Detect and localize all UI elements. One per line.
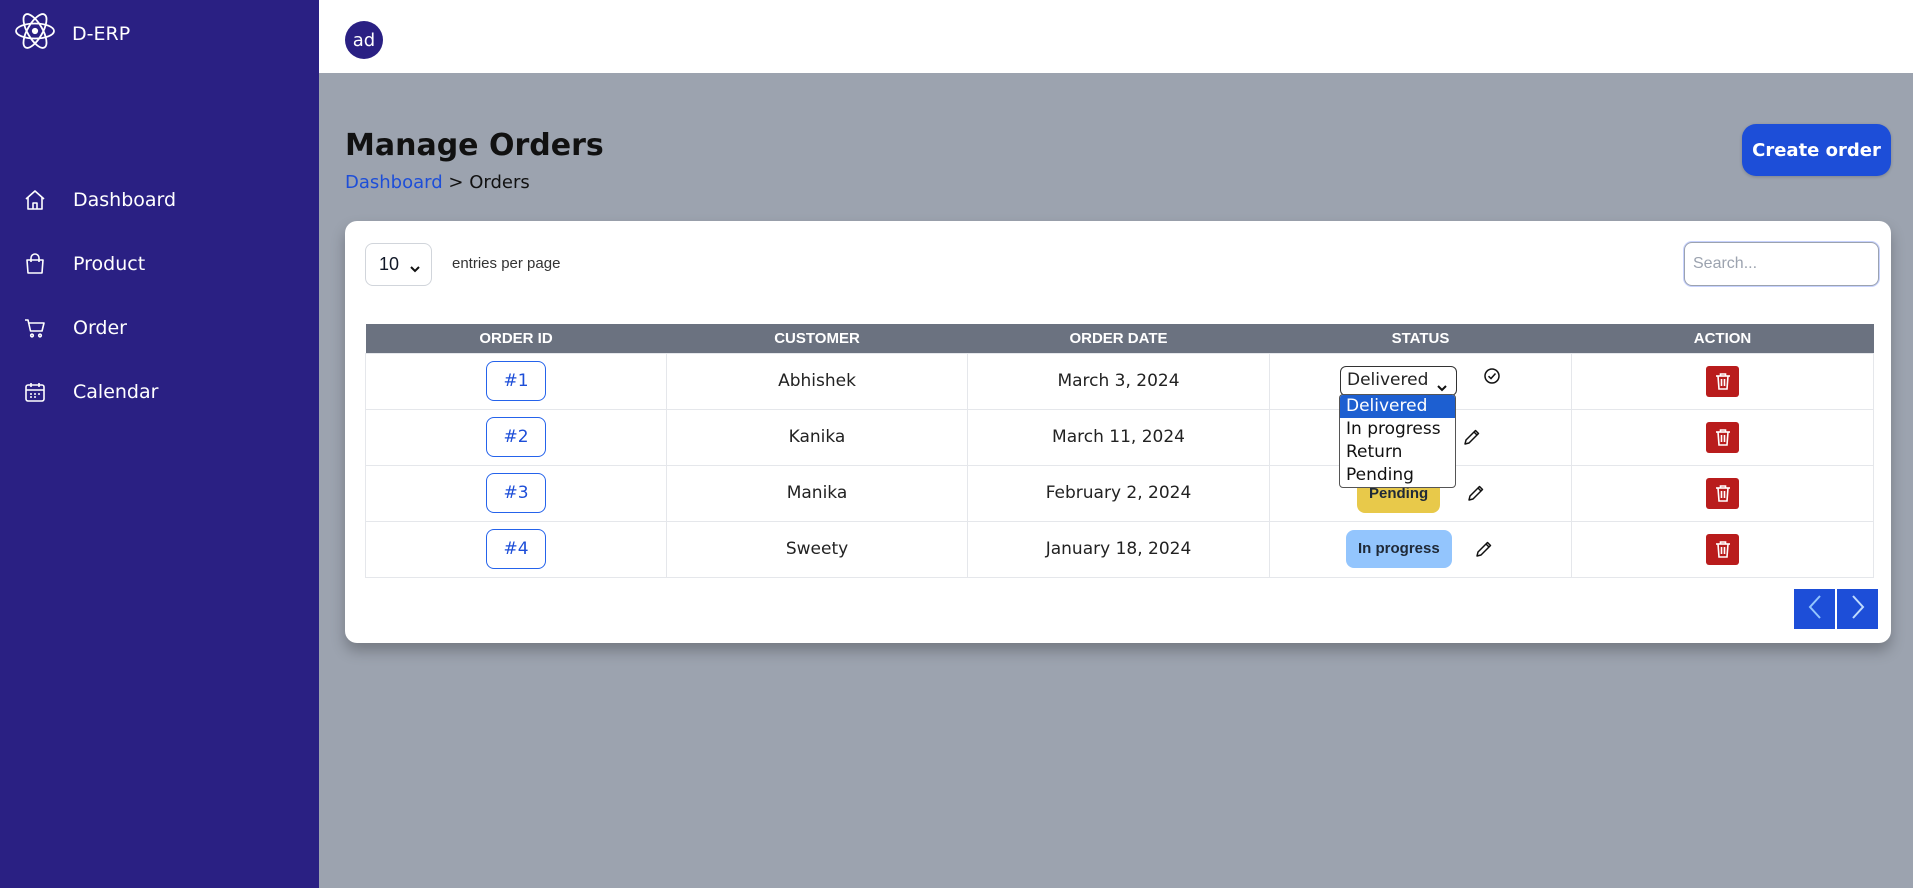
delete-button[interactable] bbox=[1706, 421, 1739, 453]
per-page-value: 10 bbox=[379, 254, 400, 274]
order-id-button[interactable]: #3 bbox=[486, 473, 546, 513]
home-icon bbox=[22, 187, 48, 213]
table-row: #3 Manika February 2, 2024 Pending bbox=[365, 464, 1874, 522]
table-row: #1 Abhishek March 3, 2024 Delivered bbox=[365, 352, 1874, 410]
breadcrumb-separator: > bbox=[448, 172, 464, 193]
order-id-button[interactable]: #2 bbox=[486, 417, 546, 457]
chevron-down-icon bbox=[409, 259, 421, 280]
sidebar-item-calendar[interactable]: Calendar bbox=[0, 360, 319, 424]
order-id-cell: #2 bbox=[365, 408, 667, 466]
cart-icon bbox=[22, 315, 48, 341]
table-header-row: ORDER ID CUSTOMER ORDER DATE STATUS ACTI… bbox=[365, 324, 1874, 353]
column-header: ORDER ID bbox=[365, 324, 667, 353]
delete-button[interactable] bbox=[1706, 477, 1739, 509]
pagination bbox=[1794, 589, 1878, 629]
bag-icon bbox=[22, 251, 48, 277]
pencil-icon[interactable] bbox=[1475, 540, 1493, 563]
table-row: #2 Kanika March 11, 2024 bbox=[365, 408, 1874, 466]
previous-page-button[interactable] bbox=[1794, 589, 1835, 629]
chevron-left-icon bbox=[1807, 594, 1823, 625]
order-date-cell: February 2, 2024 bbox=[967, 464, 1270, 522]
action-cell bbox=[1571, 520, 1874, 578]
order-id-cell: #4 bbox=[365, 520, 667, 578]
order-date-cell: March 3, 2024 bbox=[967, 352, 1270, 410]
sidebar-item-order[interactable]: Order bbox=[0, 296, 319, 360]
avatar[interactable]: ad bbox=[345, 21, 383, 59]
column-header: ORDER DATE bbox=[967, 324, 1270, 353]
orders-table: ORDER ID CUSTOMER ORDER DATE STATUS ACTI… bbox=[365, 324, 1874, 578]
breadcrumb-current: Orders bbox=[469, 172, 530, 193]
order-date-cell: March 11, 2024 bbox=[967, 408, 1270, 466]
atom-icon bbox=[14, 10, 56, 57]
delete-button[interactable] bbox=[1706, 533, 1739, 565]
column-header: ACTION bbox=[1571, 324, 1874, 353]
customer-cell: Kanika bbox=[666, 408, 968, 466]
create-order-button[interactable]: Create order bbox=[1742, 124, 1891, 176]
order-id-button[interactable]: #4 bbox=[486, 529, 546, 569]
sidebar-item-label: Calendar bbox=[73, 381, 159, 403]
status-option-in-progress[interactable]: In progress bbox=[1340, 418, 1455, 441]
customer-cell: Abhishek bbox=[666, 352, 968, 410]
pencil-icon[interactable] bbox=[1463, 428, 1481, 451]
customer-cell: Manika bbox=[666, 464, 968, 522]
top-bar: ad bbox=[319, 0, 1913, 73]
action-cell bbox=[1571, 408, 1874, 466]
sidebar: D-ERP Dashboard Product Order Calendar bbox=[0, 0, 319, 888]
table-row: #4 Sweety January 18, 2024 In progress bbox=[365, 520, 1874, 578]
order-date-cell: January 18, 2024 bbox=[967, 520, 1270, 578]
delete-button[interactable] bbox=[1706, 365, 1739, 397]
status-select-value: Delivered bbox=[1347, 369, 1429, 390]
breadcrumb: Dashboard > Orders bbox=[345, 172, 530, 193]
status-badge: In progress bbox=[1346, 529, 1452, 568]
per-page-label: entries per page bbox=[452, 255, 561, 272]
status-dropdown-list: Delivered In progress Return Pending bbox=[1339, 394, 1456, 488]
status-option-delivered[interactable]: Delivered bbox=[1340, 395, 1455, 418]
status-cell: In progress bbox=[1269, 520, 1572, 578]
order-id-cell: #1 bbox=[365, 352, 667, 410]
customer-cell: Sweety bbox=[666, 520, 968, 578]
calendar-icon bbox=[22, 379, 48, 405]
sidebar-item-label: Product bbox=[73, 253, 146, 275]
status-option-pending[interactable]: Pending bbox=[1340, 464, 1455, 487]
sidebar-item-label: Dashboard bbox=[73, 189, 177, 211]
brand-name: D-ERP bbox=[72, 22, 131, 45]
status-select[interactable]: Delivered bbox=[1340, 365, 1457, 396]
order-id-cell: #3 bbox=[365, 464, 667, 522]
sidebar-item-label: Order bbox=[73, 317, 127, 339]
next-page-button[interactable] bbox=[1837, 589, 1878, 629]
brand[interactable]: D-ERP bbox=[14, 10, 130, 57]
sidebar-item-product[interactable]: Product bbox=[0, 232, 319, 296]
action-cell bbox=[1571, 352, 1874, 410]
sidebar-nav: Dashboard Product Order Calendar bbox=[0, 168, 319, 424]
orders-card: 10 entries per page ORDER ID CUSTOMER OR… bbox=[345, 221, 1891, 643]
search-input[interactable] bbox=[1684, 242, 1879, 286]
column-header: STATUS bbox=[1269, 324, 1572, 353]
page-title: Manage Orders bbox=[345, 128, 604, 163]
status-option-return[interactable]: Return bbox=[1340, 441, 1455, 464]
order-id-button[interactable]: #1 bbox=[486, 361, 546, 401]
chevron-right-icon bbox=[1850, 594, 1866, 625]
sidebar-item-dashboard[interactable]: Dashboard bbox=[0, 168, 319, 232]
confirm-check-icon[interactable] bbox=[1483, 367, 1501, 390]
pencil-icon[interactable] bbox=[1467, 484, 1485, 507]
action-cell bbox=[1571, 464, 1874, 522]
column-header: CUSTOMER bbox=[666, 324, 968, 353]
entries-per-page-select[interactable]: 10 bbox=[365, 243, 432, 286]
breadcrumb-link-dashboard[interactable]: Dashboard bbox=[345, 172, 443, 193]
